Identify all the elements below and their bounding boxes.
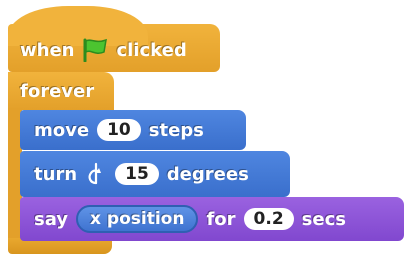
turn-degrees-block[interactable]: turn 15 degrees <box>20 151 290 197</box>
say-label: say <box>34 208 69 230</box>
say-secs-input[interactable]: 0.2 <box>243 208 294 230</box>
when-flag-clicked-block[interactable]: when clicked <box>8 6 220 72</box>
say-for-secs-block[interactable]: say x position for 0.2 secs <box>20 197 404 241</box>
forever-block[interactable]: forever <box>8 72 114 110</box>
script-area: when clicked forever move 10 steps turn … <box>0 0 406 256</box>
green-flag-icon <box>82 38 108 62</box>
turn-label: turn <box>34 163 78 185</box>
turn-degrees-input[interactable]: 15 <box>115 163 159 185</box>
degrees-label: degrees <box>166 163 249 185</box>
move-label: move <box>34 119 90 141</box>
when-label: when <box>20 39 75 61</box>
steps-label: steps <box>148 119 204 141</box>
rotate-clockwise-icon <box>85 161 107 187</box>
forever-label: forever <box>20 80 95 102</box>
for-label: for <box>206 208 236 230</box>
x-position-reporter[interactable]: x position <box>76 205 199 233</box>
clicked-label: clicked <box>116 39 187 61</box>
secs-label: secs <box>301 208 346 230</box>
move-steps-block[interactable]: move 10 steps <box>20 110 246 150</box>
move-steps-input[interactable]: 10 <box>97 119 141 141</box>
